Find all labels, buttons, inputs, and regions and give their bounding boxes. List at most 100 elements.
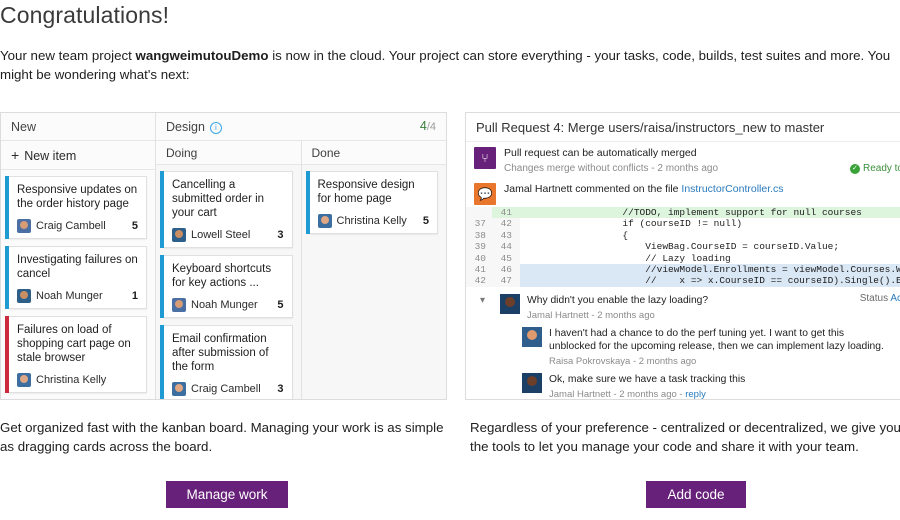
kanban-column-group-design: Design i 4/4 Doing Cancelling a submitted… bbox=[156, 113, 446, 399]
card-assignee: Craig Cambell bbox=[191, 383, 261, 395]
card-points: 5 bbox=[131, 220, 138, 232]
card-footer: Christina Kelly 5 bbox=[317, 214, 429, 228]
card-title: Cancelling a submitted order in your car… bbox=[172, 179, 265, 219]
card-assignee: Christina Kelly bbox=[36, 374, 107, 386]
kanban-card[interactable]: Email confirmation after submission of t… bbox=[160, 325, 293, 399]
comment-body: Why didn't you enable the lazy loading? … bbox=[527, 294, 893, 321]
code-line: 41 //TODO, implement support for null co… bbox=[466, 207, 900, 219]
card-title: Investigating failures on cancel bbox=[17, 254, 138, 280]
comment-meta: Jamal Hartnett - 2 months ago bbox=[527, 309, 655, 321]
new-item-button[interactable]: + New item bbox=[1, 141, 155, 170]
kanban-design-label: Design bbox=[166, 119, 205, 134]
card-title: Failures on load of shopping cart page o… bbox=[17, 324, 131, 364]
kanban-subcolumns: Doing Cancelling a submitted order in yo… bbox=[156, 141, 446, 399]
comment-body: I haven't had a chance to do the perf tu… bbox=[549, 327, 893, 367]
card-footer: Christina Kelly bbox=[17, 373, 138, 387]
merge-status-row: ⑂ Pull request can be automatically merg… bbox=[466, 142, 900, 178]
new-line-number: 44 bbox=[492, 241, 520, 253]
avatar bbox=[500, 293, 520, 314]
wip-count: 4/4 bbox=[419, 113, 436, 141]
avatar bbox=[522, 372, 542, 393]
comment-item: I haven't had a chance to do the perf tu… bbox=[500, 324, 900, 370]
code-text: // Lazy loading bbox=[554, 252, 731, 264]
code-text: { bbox=[554, 229, 629, 241]
avatar bbox=[17, 373, 31, 387]
pull-request-title: Pull Request 4: Merge users/raisa/instru… bbox=[466, 113, 900, 142]
merge-icon: ⑂ bbox=[474, 147, 496, 169]
kanban-card[interactable]: Failures on load of shopping cart page o… bbox=[5, 316, 147, 393]
avatar bbox=[522, 326, 542, 347]
kanban-design-label-wrap: Design i bbox=[166, 113, 222, 141]
check-circle-icon: ✓ bbox=[849, 164, 860, 174]
collapse-icon[interactable]: ▾ bbox=[480, 295, 485, 306]
kanban-card[interactable]: Responsive updates on the order history … bbox=[5, 176, 147, 239]
new-line-number: 47 bbox=[492, 275, 520, 287]
status-indicator: Status Acti bbox=[860, 293, 900, 304]
card-points: 3 bbox=[277, 383, 284, 395]
new-line-number: 45 bbox=[492, 252, 520, 265]
card-title: Responsive updates on the order history … bbox=[17, 184, 138, 210]
status-value[interactable]: Acti bbox=[890, 293, 900, 304]
comment-text: Ok, make sure we have a task tracking th… bbox=[549, 373, 746, 385]
comment-item: Ok, make sure we have a task tracking th… bbox=[500, 370, 900, 399]
kanban-subcolumn-done-cards: Responsive design for home page Christin… bbox=[302, 165, 447, 399]
info-icon[interactable]: i bbox=[209, 121, 222, 134]
kanban-column-new-cards: Responsive updates on the order history … bbox=[1, 170, 155, 399]
manage-work-button[interactable]: Manage work bbox=[166, 481, 288, 508]
comment-body: Ok, make sure we have a task tracking th… bbox=[549, 373, 893, 399]
new-line-number: 42 bbox=[492, 218, 520, 230]
status-badge: ✓ Ready to bbox=[849, 163, 900, 174]
status-label: Status bbox=[859, 292, 889, 304]
code-text: if (courseID != null) bbox=[554, 218, 743, 230]
card-footer: Craig Cambell 5 bbox=[17, 219, 138, 233]
merge-status-text: Pull request can be automatically merged bbox=[504, 147, 697, 159]
old-line-number bbox=[466, 207, 492, 219]
code-text: //TODO, implement support for null cours… bbox=[520, 207, 900, 219]
old-line-number: 37 bbox=[466, 218, 492, 230]
card-points: 1 bbox=[131, 290, 138, 302]
new-item-label: New item bbox=[24, 149, 77, 163]
comment-thread: ▾ Why didn't you enable the lazy loading… bbox=[466, 287, 900, 399]
card-assignee: Christina Kelly bbox=[336, 215, 407, 227]
card-title: Email confirmation after submission of t… bbox=[172, 333, 269, 373]
code-line: 38 43 { bbox=[466, 229, 900, 242]
kanban-column-new: New + New item Responsive updates on the … bbox=[1, 113, 156, 399]
comment-header-pre: Jamal Hartnett commented on the file bbox=[504, 183, 682, 195]
card-title: Responsive design for home page bbox=[317, 179, 415, 205]
page-title: Congratulations! bbox=[0, 2, 170, 28]
kanban-card[interactable]: Investigating failures on cancel Noah Mu… bbox=[5, 246, 147, 309]
kanban-subcolumn-done-header: Done bbox=[301, 141, 446, 165]
wip-count-limit: /4 bbox=[426, 121, 436, 133]
avatar bbox=[17, 289, 31, 303]
new-line-number: 43 bbox=[492, 229, 520, 242]
avatar bbox=[172, 298, 186, 312]
comment-meta-text: Jamal Hartnett - 2 months ago - bbox=[549, 388, 686, 399]
avatar bbox=[17, 219, 31, 233]
intro-paragraph: Your new team project wangweimutouDemo i… bbox=[0, 46, 900, 84]
comment-item: Why didn't you enable the lazy loading? … bbox=[500, 291, 900, 324]
add-code-button[interactable]: Add code bbox=[646, 481, 746, 508]
plus-icon: + bbox=[11, 147, 20, 163]
card-footer: Noah Munger 5 bbox=[172, 298, 284, 312]
code-line: 41 46 //viewModel.Enrollments = viewMode… bbox=[466, 264, 900, 276]
card-footer: Craig Cambell 3 bbox=[172, 382, 284, 396]
code-line: 39 44 ViewBag.CourseID = courseID.Value; bbox=[466, 241, 900, 253]
kanban-card[interactable]: Responsive design for home page Christin… bbox=[305, 171, 438, 234]
avatar bbox=[172, 382, 186, 396]
avatar bbox=[317, 214, 332, 228]
card-assignee: Noah Munger bbox=[36, 290, 103, 302]
kanban-column-new-header: New bbox=[1, 113, 155, 141]
card-points: 5 bbox=[277, 299, 284, 311]
kanban-card[interactable]: Cancelling a submitted order in your car… bbox=[160, 171, 293, 248]
file-link[interactable]: InstructorController.cs bbox=[681, 183, 783, 195]
kanban-card[interactable]: Keyboard shortcuts for key actions ... N… bbox=[160, 255, 293, 318]
card-assignee: Lowell Steel bbox=[191, 229, 251, 241]
reply-link[interactable]: reply bbox=[685, 389, 706, 399]
wip-count-current: 4 bbox=[419, 119, 427, 133]
pull-request-panel: Pull Request 4: Merge users/raisa/instru… bbox=[465, 112, 900, 400]
card-points: 3 bbox=[277, 229, 284, 241]
comment-meta: Jamal Hartnett - 2 months ago - reply bbox=[549, 389, 893, 399]
kanban-caption: Get organized fast with the kanban board… bbox=[0, 420, 444, 454]
pull-request: Pull Request 4: Merge users/raisa/instru… bbox=[466, 113, 900, 399]
code-text: //viewModel.Enrollments = viewModel.Cour… bbox=[520, 264, 900, 276]
